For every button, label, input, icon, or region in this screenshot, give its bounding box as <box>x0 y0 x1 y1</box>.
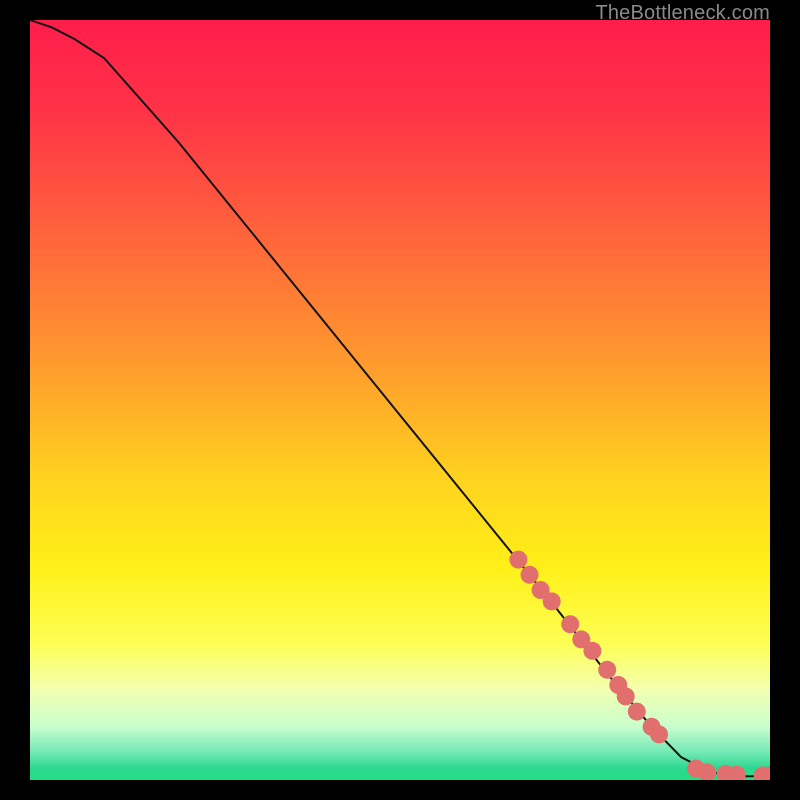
data-marker <box>650 725 668 743</box>
data-marker <box>521 566 539 584</box>
data-marker <box>561 615 579 633</box>
plot-area <box>30 20 770 780</box>
data-marker <box>543 592 561 610</box>
data-marker <box>598 661 616 679</box>
marker-layer <box>509 551 770 780</box>
data-marker <box>617 687 635 705</box>
chart-svg <box>30 20 770 780</box>
curve-path <box>30 20 770 776</box>
chart-frame: TheBottleneck.com <box>0 0 800 800</box>
data-marker <box>509 551 527 569</box>
data-marker <box>628 703 646 721</box>
data-marker <box>583 642 601 660</box>
